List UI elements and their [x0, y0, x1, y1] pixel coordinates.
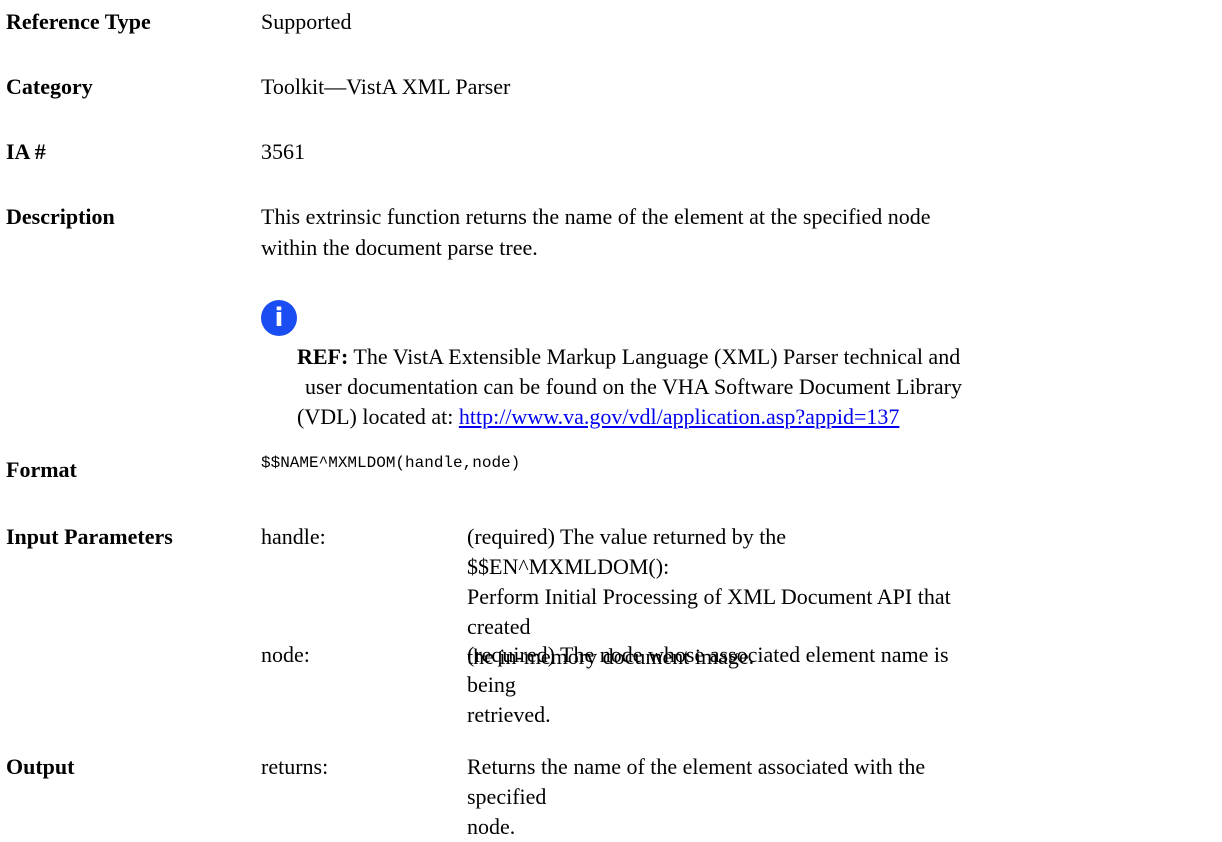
description-text-line1: This extrinsic function returns the name… [261, 204, 931, 229]
ia-value: 3561 [261, 139, 305, 164]
param-node-desc: (required) The node whose associated ele… [467, 640, 987, 730]
reference-type-value: Supported [261, 9, 352, 34]
param-handle-desc-line: (required) The value returned by the $$E… [467, 524, 787, 579]
param-handle-name: handle: [261, 524, 326, 549]
output-param-name: returns: [261, 754, 329, 779]
ia-label: IA # [6, 139, 46, 164]
ref-label: REF: [297, 344, 349, 369]
ref-line3-prefix: (VDL) located at: [297, 404, 459, 429]
output-desc-line: Returns the name of the element associat… [467, 754, 926, 809]
ref-line3: (VDL) located at: http://www.va.gov/vdl/… [297, 402, 1017, 432]
input-parameters-label: Input Parameters [6, 524, 173, 549]
reference-type-label: Reference Type [6, 9, 151, 34]
format-label: Format [6, 457, 77, 482]
category-value: Toolkit—VistA XML Parser [261, 74, 511, 99]
info-icon: i [261, 300, 297, 336]
format-value: $$NAME^MXMLDOM(handle,node) [261, 454, 521, 472]
ref-line1: REF: The VistA Extensible Markup Languag… [297, 342, 1017, 372]
vdl-link[interactable]: http://www.va.gov/vdl/application.asp?ap… [459, 404, 900, 429]
ref-note: REF: The VistA Extensible Markup Languag… [297, 342, 1017, 432]
description-text-line2: within the document parse tree. [261, 235, 538, 260]
output-desc-line: node. [467, 814, 516, 839]
output-label: Output [6, 754, 75, 779]
output-param-desc: Returns the name of the element associat… [467, 752, 987, 842]
param-handle-desc-line: Perform Initial Processing of XML Docume… [467, 584, 951, 639]
category-label: Category [6, 74, 93, 99]
param-node-name: node: [261, 642, 310, 667]
ref-line1-text: The VistA Extensible Markup Language (XM… [348, 344, 961, 369]
ref-line2: user documentation can be found on the V… [305, 374, 962, 399]
description-label: Description [6, 204, 115, 229]
param-node-desc-line: retrieved. [467, 702, 551, 727]
param-node-desc-line: (required) The node whose associated ele… [467, 642, 949, 697]
